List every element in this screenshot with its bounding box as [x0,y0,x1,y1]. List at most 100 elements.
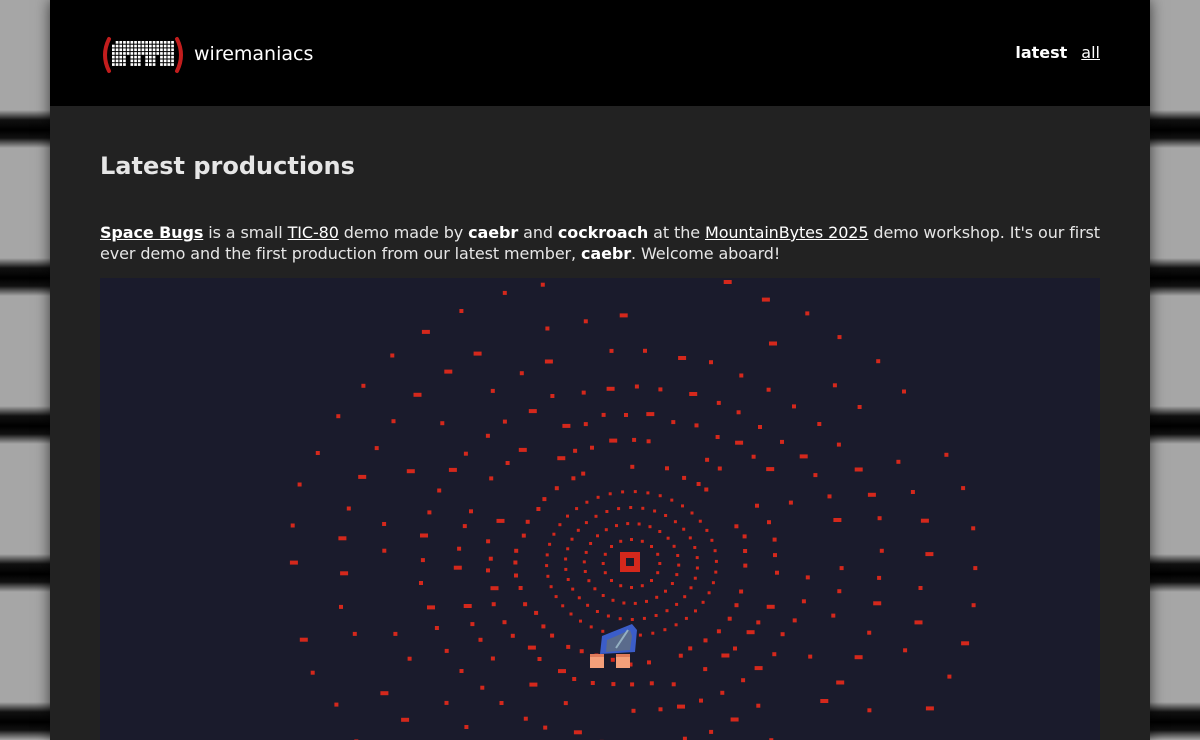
tunnel-dot [775,570,779,575]
tunnel-dot [558,523,562,527]
tunnel-dot [736,410,741,415]
tunnel-dot [910,490,915,494]
tunnel-dot [558,669,566,674]
tunnel-dot [550,633,555,638]
tunnel-dot [537,657,542,661]
tunnel-dot [727,616,732,621]
tunnel-dot [672,544,676,548]
tunnel-dot [633,601,637,605]
tunnel-dot [610,657,615,662]
tunnel-dot [666,536,670,540]
production-link[interactable]: Space Bugs [100,223,203,242]
tunnel-dot [705,528,709,532]
tunnel-dot [876,359,881,364]
tunnel-dot [694,609,697,613]
production-description: Space Bugs is a small TIC-80 demo made b… [100,222,1100,264]
tunnel-dot [634,384,639,389]
tunnel-dot [540,282,545,287]
brand-link[interactable]: wiremaniacs [100,36,313,74]
tunnel-dot [676,554,680,557]
tunnel-dot [457,546,462,551]
tunnel-dot [780,632,785,637]
nav-latest[interactable]: latest [1015,43,1067,62]
tunnel-dot [714,559,718,563]
tunnel-dot [839,566,844,571]
tunnel-dot [831,613,836,618]
tunnel-dot [527,645,536,650]
tunnel-dot [761,297,770,302]
tunnel-dot [654,614,658,617]
tunnel-dot [463,604,472,608]
tunnel-dot [683,595,687,599]
tunnel-dot [658,494,662,498]
tunnel-dot [566,547,570,551]
tunnel-dot [656,571,660,575]
nav-all[interactable]: all [1081,43,1100,62]
tunnel-dot [577,596,581,600]
tunnel-dot [606,614,610,618]
tunnel-dot [649,681,654,686]
tunnel-dot [688,646,693,651]
tunnel-dot [514,548,519,553]
tunnel-dot [705,457,710,462]
tunnel-dot [673,520,677,524]
tunnel-dot [606,386,615,391]
tunnel-dot [594,514,598,518]
tunnel-dot [595,610,599,613]
tunnel-dot [653,509,657,513]
tunnel-dot [490,388,495,393]
tunnel-dot [671,682,676,687]
tunnel-dot [582,560,586,564]
tunnel-dot [971,603,976,608]
tunnel-dot [453,565,462,570]
tunnel-dot [448,467,457,472]
tunnel-dot [902,389,906,394]
tunnel-dot [756,620,761,625]
tunnel-dot [971,526,976,531]
tunnel-dot [914,620,923,625]
tunnel-dot [297,482,302,487]
tunnel-dot [566,514,569,518]
demo-screenshot-image [100,278,1100,740]
tunnel-dot [805,575,810,580]
tunnel-dot [646,491,650,495]
tunnel-dot [546,574,550,578]
tunnel-dot [622,601,626,605]
tunnel-dot [626,522,630,526]
tunnel-dot [437,488,442,493]
tunnel-dot [603,571,607,575]
tunnel-dot [837,589,842,594]
tunnel-dot [564,567,568,571]
tunnel-dot [444,369,453,374]
tunnel-dot [289,560,298,565]
tunnel-dot [742,534,747,539]
tunnel-dot [678,356,687,360]
tunnel-dot [711,581,715,585]
tunnel-dot [877,575,882,580]
tunnel-dot [675,602,679,606]
tunnel-dot [336,414,341,419]
tunnel-dot [552,532,556,536]
tunnel-dot [664,589,667,593]
tunnel-dot [605,510,609,513]
tunnel-dot [715,435,720,439]
tunnel-dot [693,546,697,549]
tunnel-dot [854,655,863,660]
platform-link[interactable]: TIC-80 [288,223,339,242]
tunnel-dot [734,524,739,529]
tunnel-dot [773,553,777,558]
tunnel-dot [463,451,468,456]
tunnel-dot [638,633,642,637]
tunnel-dot [413,392,422,397]
tunnel-dot [836,442,841,447]
demo-screenshot[interactable] [100,278,1100,740]
tunnel-dot [490,656,495,661]
tunnel-dot [444,648,449,653]
event-link[interactable]: MountainBytes 2025 [705,223,869,242]
author-name: caebr [468,223,519,242]
tunnel-dot [734,603,739,608]
tunnel-dot [499,701,504,705]
tunnel-dot [566,578,570,581]
tunnel-dot [299,637,308,642]
tunnel-dot [505,461,510,465]
